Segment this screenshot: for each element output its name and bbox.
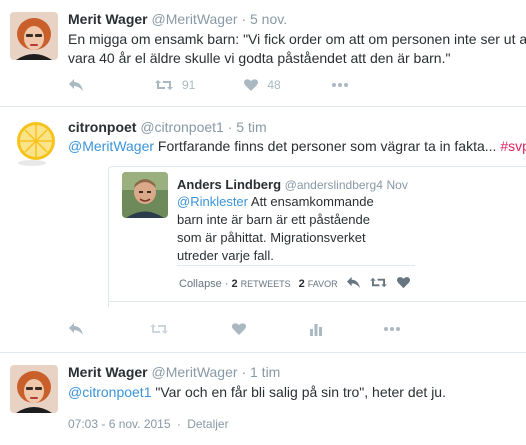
separator-dot: ·	[241, 11, 247, 27]
avatar-anders-lindberg-icon	[122, 172, 168, 218]
like-button[interactable]: 48	[243, 78, 281, 92]
avatar[interactable]	[10, 119, 58, 167]
avatar[interactable]	[10, 12, 58, 60]
reply-icon	[346, 276, 360, 289]
quoted-tweet-text: @Rinklester Att ensamkommande barn inte …	[177, 193, 397, 265]
separator-dot: ·	[176, 417, 181, 431]
details-link[interactable]: Detaljer	[187, 417, 228, 431]
tweet-meta: 07:03 - 6 nov. 2015 · Detaljer	[68, 417, 229, 431]
quoted-avatar[interactable]	[122, 172, 168, 218]
mention-link[interactable]: @citronpoet1	[68, 384, 151, 400]
retweet-icon	[150, 324, 168, 334]
hashtag-link[interactable]: #svpol	[500, 138, 526, 154]
tweet-3: Merit Wager @MeritWager · 1 tim @citronp…	[0, 353, 526, 445]
bar-chart-icon	[310, 324, 322, 336]
tweet-header: Merit Wager @MeritWager · 1 tim	[68, 363, 280, 381]
author-name[interactable]: citronpoet	[68, 119, 136, 135]
retweet-icon	[155, 80, 173, 90]
quoted-favorites-count: 2	[298, 278, 305, 290]
quoted-like-button[interactable]	[396, 276, 411, 292]
separator-dot: ·	[241, 364, 247, 380]
quoted-card-bottom-border	[108, 301, 526, 302]
more-dots-icon	[331, 83, 348, 87]
author-handle[interactable]: @MeritWager	[152, 364, 238, 380]
like-count: 48	[267, 78, 281, 92]
avatar-merit-wager-icon	[10, 365, 58, 413]
reply-button[interactable]	[68, 78, 84, 92]
author-name[interactable]: Merit Wager	[68, 364, 148, 380]
tweet-actions: 91 48	[68, 75, 349, 95]
heart-icon	[396, 277, 410, 289]
analytics-button[interactable]	[309, 322, 323, 336]
tweet-text-body: Fortfarande finns det personer som vägra…	[154, 138, 501, 154]
tweet-header: citronpoet @citronpoet1 · 5 tim	[68, 118, 267, 136]
tweet-time[interactable]: 5 nov.	[250, 11, 287, 27]
separator-dot: ·	[227, 119, 233, 135]
tweet-text: En migga om ensamk barn: "Vi fick order …	[68, 30, 526, 68]
more-dots-icon	[384, 327, 400, 331]
quoted-reply-button[interactable]	[346, 276, 361, 292]
quoted-retweets-count: 2	[231, 278, 238, 290]
reply-button[interactable]	[68, 322, 84, 336]
retweet-button[interactable]	[149, 322, 169, 336]
tweet-timestamp[interactable]: 07:03 - 6 nov. 2015	[68, 417, 171, 431]
tweet-1: Merit Wager @MeritWager · 5 nov. En migg…	[0, 0, 526, 106]
tweet-text-line: En migga om ensamk barn: "Vi fick order …	[68, 31, 526, 47]
mention-link[interactable]: @MeritWager	[68, 138, 154, 154]
author-handle[interactable]: @citronpoet1	[140, 119, 223, 135]
author-handle[interactable]: @MeritWager	[152, 11, 238, 27]
tweet-header: Merit Wager @MeritWager · 5 nov.	[68, 10, 287, 28]
more-button[interactable]	[383, 326, 401, 332]
tweet-text-body: "Var och en får bli salig på sin tro", h…	[151, 384, 446, 400]
quoted-tweet-time[interactable]: Nov	[387, 178, 408, 192]
quoted-tweet-header: Anders Lindberg @anderslindberg4 Nov	[177, 177, 408, 193]
avatar-lemon-icon	[10, 119, 58, 167]
separator-dot: ·	[224, 278, 229, 290]
like-button[interactable]	[231, 322, 247, 336]
quoted-mention-link[interactable]: @Rinklester	[177, 194, 248, 209]
quoted-retweets-label[interactable]: RETWEETS	[241, 279, 291, 289]
more-button[interactable]	[331, 82, 349, 88]
heart-icon	[232, 323, 246, 335]
retweet-icon	[369, 277, 387, 288]
tweet-text-line: vara 40 år el äldre skulle vi godta påst…	[68, 50, 451, 66]
collapse-link[interactable]: Collapse	[179, 278, 222, 290]
heart-icon	[244, 79, 259, 91]
tweet-time[interactable]: 5 tim	[236, 119, 266, 135]
retweet-button[interactable]: 91	[154, 78, 195, 92]
quoted-tweet-actions: Collapse · 2 RETWEETS 2 FAVOR	[179, 276, 411, 292]
retweet-count: 91	[182, 78, 196, 92]
quoted-author-handle[interactable]: @anderslindberg4	[285, 178, 383, 192]
avatar-merit-wager-icon	[10, 12, 58, 60]
tweet-time[interactable]: 1 tim	[250, 364, 280, 380]
tweet-text: @citronpoet1 "Var och en får bli salig p…	[68, 383, 446, 402]
quoted-retweet-button[interactable]	[369, 276, 388, 292]
reply-icon	[69, 79, 83, 91]
avatar[interactable]	[10, 365, 58, 413]
tweet-actions	[68, 319, 401, 339]
quoted-author-name[interactable]: Anders Lindberg	[177, 177, 281, 192]
tweet-text: @MeritWager Fortfarande finns det person…	[68, 137, 526, 156]
quoted-favorites-label[interactable]: FAVOR	[308, 279, 338, 289]
reply-icon	[69, 323, 83, 335]
quoted-divider	[177, 265, 415, 266]
author-name[interactable]: Merit Wager	[68, 11, 148, 27]
